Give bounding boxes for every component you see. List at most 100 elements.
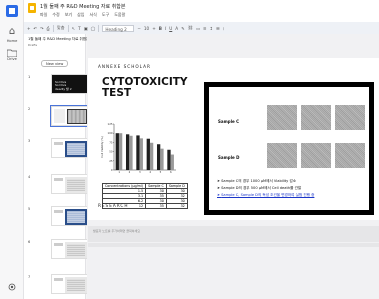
chart-y-tick-label: 25 xyxy=(109,159,113,163)
bold-icon[interactable]: B xyxy=(159,26,162,31)
row-label-sample-d: Sample D xyxy=(218,155,240,160)
toolbar-divider xyxy=(98,24,100,32)
title-bar: 1월 둘째 주 R&D Meeting 자료 취합본 파일 수정 보기 삽입 서식 도구 도… xyxy=(24,0,379,22)
panel-status: Drafts xyxy=(28,43,38,47)
settings-icon[interactable] xyxy=(5,280,19,294)
table-header: Sample D xyxy=(165,183,188,189)
speaker-notes[interactable]: 발표자 노트를 추가하려면 클릭하세요 xyxy=(88,226,379,242)
app-rail: ⌂ Home Drive xyxy=(0,0,24,299)
micrograph xyxy=(301,143,331,168)
slide-thumb-number: 4 xyxy=(28,175,31,179)
slide-thumbnail[interactable]: Sol Dvs Sol Dvs deadly 발 2 xyxy=(51,74,88,94)
text-color-icon[interactable]: A xyxy=(175,26,178,31)
underline-icon[interactable]: U xyxy=(169,26,172,31)
menu-bar: 파일 수정 보기 삽입 서식 도구 도움말 xyxy=(40,12,125,18)
comment-icon[interactable]: ▭ xyxy=(196,26,200,31)
italic-icon[interactable]: I xyxy=(165,26,166,31)
slides-doc-icon xyxy=(28,3,36,13)
drive-label: Drive xyxy=(7,57,17,61)
link-icon[interactable]: ⛓ xyxy=(188,25,193,31)
redo-icon[interactable]: ↷ xyxy=(40,26,44,31)
chart-x-tick-label: 3 xyxy=(139,170,141,174)
chart-bar xyxy=(115,133,119,170)
bullet-2-text: Sample D의 경우 500 μM에서 Cell death를 관찰 xyxy=(221,186,302,190)
chart-x-tick-label: 4 xyxy=(149,170,151,174)
font-size-minus[interactable]: − xyxy=(137,26,141,31)
chart-bar xyxy=(118,133,123,170)
menu-item[interactable]: 삽입 xyxy=(77,12,84,18)
zoom-select[interactable]: 맞춤 xyxy=(57,25,65,31)
bullet-3[interactable]: ➤ Sample C, Sample D의 독성 조건을 변경하여 실험 진행 … xyxy=(217,193,314,198)
undo-icon[interactable]: ↶ xyxy=(34,26,38,31)
slide-thumbnail[interactable] xyxy=(51,239,88,259)
chart-bar xyxy=(156,144,161,170)
slide-thumbnail[interactable] xyxy=(51,206,88,226)
panel-title: 1월 둘째 주 R&D Meeting 자료 취합본 xyxy=(28,37,90,41)
document-title[interactable]: 1월 둘째 주 R&D Meeting 자료 취합본 xyxy=(40,3,126,10)
chart-bar xyxy=(170,154,174,170)
bullet-list-icon[interactable]: ☰ xyxy=(216,26,220,31)
chart-y-tick-label: 100 xyxy=(108,131,113,135)
app-logo-icon[interactable] xyxy=(5,4,19,18)
image-panel-inner: Sample C Sample D ➤ Sample C의 경우 1000 μM… xyxy=(209,87,369,210)
slide-thumbnail[interactable] xyxy=(51,274,88,294)
cursor-icon[interactable]: ↖ xyxy=(72,26,76,31)
chart-bar xyxy=(167,149,171,170)
font-size-plus[interactable]: + xyxy=(152,26,156,31)
slide-thumb-number: 1 xyxy=(28,75,31,79)
print-icon[interactable]: ⎙ xyxy=(47,26,50,31)
micrograph xyxy=(335,105,365,130)
slide-thumbnail[interactable] xyxy=(50,105,89,127)
toolbar-divider xyxy=(52,24,54,32)
slide[interactable]: ANNEXE SCHOLAR CYTOTOXICITY TEST 0 25 50 75… xyxy=(88,58,379,220)
chart-bar xyxy=(146,138,150,170)
horizontal-scrollbar[interactable] xyxy=(88,243,379,247)
font-size-input[interactable]: 10 xyxy=(144,26,149,31)
image-icon[interactable]: ▣ xyxy=(84,26,88,31)
table-cell: 32 xyxy=(165,203,188,209)
image-panel[interactable]: Sample C Sample D ➤ Sample C의 경우 1000 μM… xyxy=(204,82,374,215)
menu-item[interactable]: 서식 xyxy=(90,12,97,18)
micrograph xyxy=(267,143,297,168)
table-header: Concentrations (μg/ml) xyxy=(101,183,147,189)
align-icon[interactable]: ≡ xyxy=(203,26,207,31)
toolbar-divider xyxy=(67,24,69,32)
micrograph xyxy=(335,143,365,168)
add-icon[interactable]: + xyxy=(27,26,31,31)
shape-icon[interactable]: ◯ xyxy=(91,26,96,31)
table-header: Sample C xyxy=(145,183,167,189)
micrograph xyxy=(267,105,297,130)
numbered-list-icon[interactable]: ⁝ xyxy=(223,26,224,31)
slide-thumbnail[interactable] xyxy=(51,174,88,194)
textbox-icon[interactable]: T xyxy=(78,26,81,31)
slide-panel: 1월 둘째 주 R&D Meeting 자료 취합본 Drafts New vi… xyxy=(24,34,90,299)
home-label: Home xyxy=(6,39,18,43)
chart-bar xyxy=(139,138,143,170)
slide-keyword-top: ANNEXE SCHOLAR xyxy=(98,64,151,69)
slide-thumb-number: 5 xyxy=(28,207,31,211)
slide-thumb-title: Sol Dvs Sol Dvs deadly 발 2 xyxy=(55,80,72,91)
slide-title[interactable]: CYTOTOXICITY TEST xyxy=(102,77,192,99)
chart-y-tick-label: 0 xyxy=(111,168,113,172)
menu-item[interactable]: 도움말 xyxy=(114,12,125,18)
new-view-button[interactable]: New view xyxy=(41,60,69,67)
slide-thumb-number: 7 xyxy=(28,275,31,279)
menu-item[interactable]: 수정 xyxy=(52,12,59,18)
chart-bar xyxy=(160,148,164,170)
highlight-icon[interactable]: ✎ xyxy=(181,26,185,31)
menu-item[interactable]: 파일 xyxy=(40,12,47,18)
slide-thumb-number: 3 xyxy=(28,139,31,143)
line-spacing-icon[interactable]: ↕ xyxy=(209,26,213,31)
app-window: ⌂ Home Drive 1월 둘째 주 R&D Meeting 자료 취합본 … xyxy=(0,0,379,299)
slide-thumbnail[interactable] xyxy=(51,138,88,158)
chart-x-tick-label: 2 xyxy=(129,170,131,174)
font-select[interactable]: Heading 2 xyxy=(102,24,135,32)
home-icon[interactable]: ⌂ xyxy=(5,25,19,39)
chart-bar xyxy=(129,135,133,170)
viability-chart[interactable]: 0 25 50 75 100 125 Cell Viability (%) 1 2 3 4 5 6 xyxy=(100,122,180,180)
bullet-3-text[interactable]: Sample C, Sample D의 독성 조건을 변경하여 실험 진행 중 xyxy=(221,193,314,197)
chart-x-tick-label: 5 xyxy=(160,170,162,174)
chart-y-label: Cell Viability (%) xyxy=(100,136,104,157)
menu-item[interactable]: 도구 xyxy=(102,12,109,18)
menu-item[interactable]: 보기 xyxy=(65,12,72,18)
